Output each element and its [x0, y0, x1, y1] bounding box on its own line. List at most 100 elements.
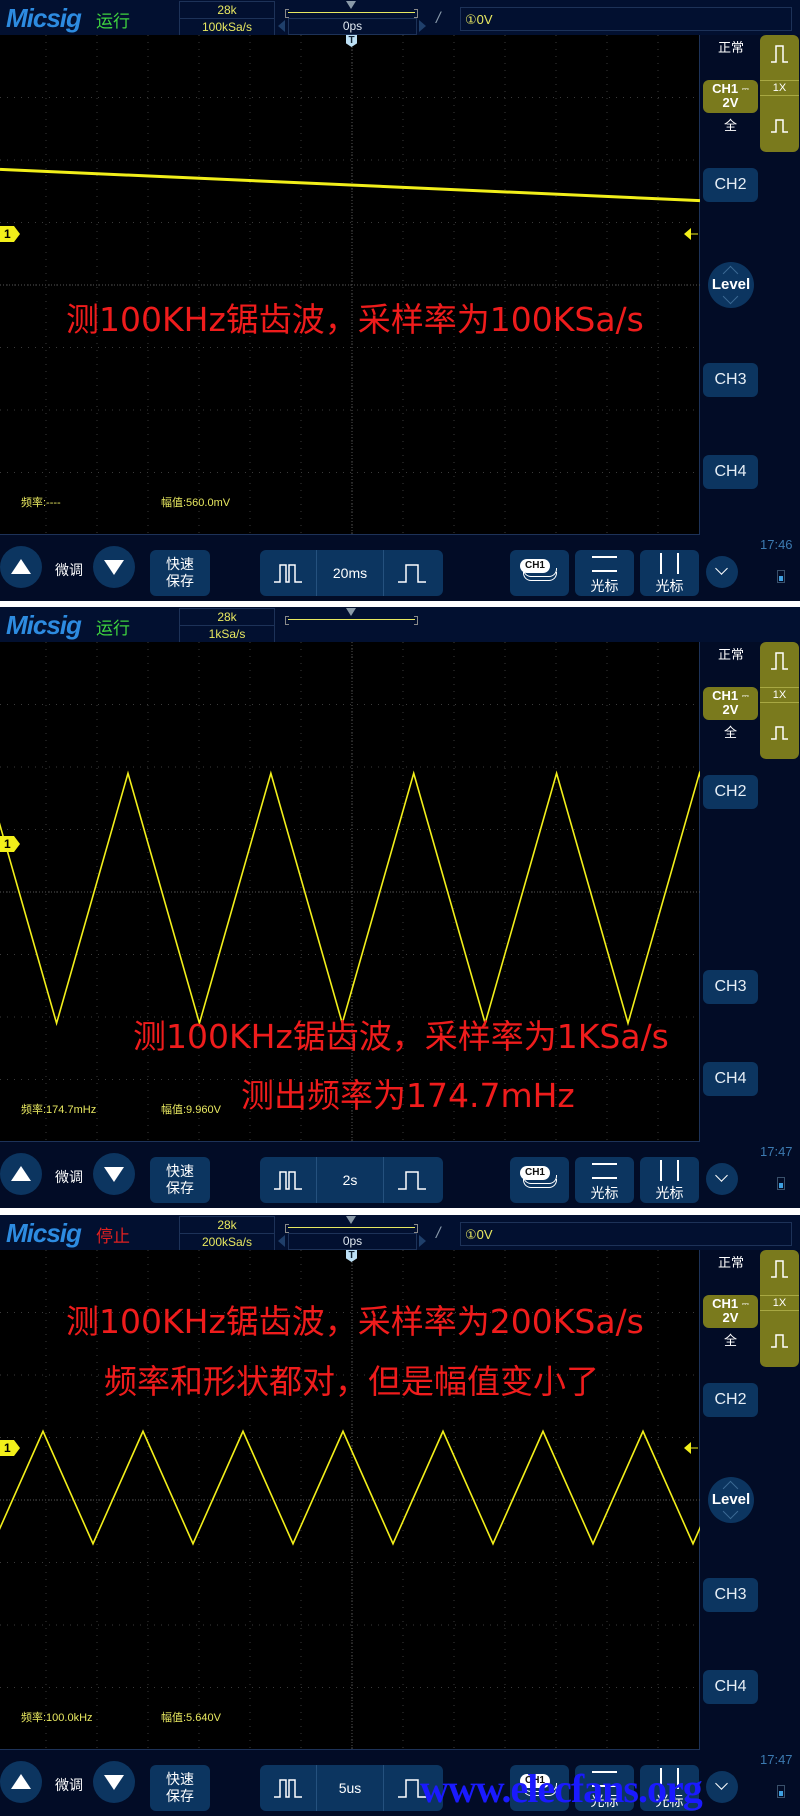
ch4-button[interactable]: CH4 — [703, 1062, 758, 1096]
waveform-display[interactable] — [0, 642, 700, 1142]
vertical-cursor-button[interactable]: 光标 — [640, 1157, 699, 1203]
acquisition-info[interactable]: 28k 1kSa/s — [179, 608, 275, 643]
fine-down-button[interactable] — [93, 1761, 135, 1803]
grid-and-trace — [0, 35, 700, 535]
cursor-label: 光标 — [655, 1185, 684, 1201]
horizontal-cursor-button[interactable]: 光标 — [575, 550, 634, 596]
trigger-level-info[interactable]: ①0V — [460, 1222, 792, 1246]
timebase-decrease-button[interactable] — [260, 550, 317, 596]
acquisition-mode[interactable]: 正常 — [718, 1252, 744, 1271]
ch1-scale: 2V — [722, 1310, 739, 1325]
trigger-level-info[interactable]: ①0V — [460, 7, 792, 31]
quick-save-button[interactable]: 快速 保存 — [150, 1157, 210, 1203]
ch1-label: CH1 — [712, 1296, 739, 1311]
quick-save-button[interactable]: 快速 保存 — [150, 1765, 210, 1811]
ch4-button[interactable]: CH4 — [703, 1670, 758, 1704]
ch2-button[interactable]: CH2 — [703, 168, 758, 202]
trigger-left-arrow[interactable] — [278, 20, 285, 32]
trigger-level-arrow-icon[interactable] — [684, 228, 698, 240]
narrow-pulse-icon — [274, 564, 302, 583]
rising-pulse-icon — [771, 45, 788, 63]
channel-select-button[interactable]: CH1 — [510, 550, 569, 596]
ch2-button[interactable]: CH2 — [703, 775, 758, 809]
down-arrow-icon — [104, 1775, 124, 1790]
horizontal-cursor-icon-line — [592, 1177, 617, 1179]
trigger-level-knob[interactable]: Level — [708, 262, 754, 308]
ch1-button[interactable]: CH1 ⎓ 2V — [703, 687, 758, 720]
memory-depth: 28k — [217, 1218, 237, 1232]
trigger-position[interactable]: 0ps — [288, 1233, 417, 1250]
trigger-level-arrow-icon[interactable] — [684, 1442, 698, 1454]
ch2-button[interactable]: CH2 — [703, 1383, 758, 1417]
run-stop-status[interactable]: 运行 — [96, 7, 130, 32]
dc-coupling-icon: ⎓ — [741, 1299, 749, 1309]
ch1-trace — [0, 167, 700, 203]
more-menu-chevron-icon[interactable] — [706, 556, 738, 588]
quick-save-label-2: 保存 — [166, 1180, 194, 1196]
more-menu-chevron-icon[interactable] — [706, 1771, 738, 1803]
probe-settings[interactable]: 1X — [760, 1250, 799, 1367]
trigger-left-arrow[interactable] — [278, 1235, 285, 1247]
fine-down-button[interactable] — [93, 546, 135, 588]
memory-position-bar[interactable] — [285, 616, 418, 625]
timebase-value[interactable]: 5us — [317, 1765, 384, 1811]
rising-edge-icon[interactable]: / — [436, 1225, 440, 1243]
ch3-button[interactable]: CH3 — [703, 970, 758, 1004]
more-menu-chevron-icon[interactable] — [706, 1163, 738, 1195]
timebase-decrease-button[interactable] — [260, 1157, 317, 1203]
timebase-increase-button[interactable] — [384, 1157, 443, 1203]
fine-up-button[interactable] — [0, 546, 42, 588]
acquisition-info[interactable]: 28k 100kSa/s — [179, 1, 275, 36]
timebase-increase-button[interactable] — [384, 550, 443, 596]
clock: 17:46 — [760, 537, 793, 552]
ch1-button[interactable]: CH1 ⎓ 2V — [703, 1295, 758, 1328]
cursor-label: 光标 — [590, 1185, 619, 1201]
acquisition-mode[interactable]: 正常 — [718, 644, 744, 663]
probe-settings[interactable]: 1X — [760, 35, 799, 152]
rising-edge-icon[interactable]: / — [436, 10, 440, 28]
trigger-level-knob[interactable]: Level — [708, 1477, 754, 1523]
probe-ratio: 1X — [760, 1295, 799, 1311]
acquisition-info[interactable]: 28k 200kSa/s — [179, 1216, 275, 1251]
ch1-button[interactable]: CH1 ⎓ 2V — [703, 80, 758, 113]
ch1-label: CH1 — [712, 81, 739, 96]
horizontal-cursor-button[interactable]: 光标 — [575, 1157, 634, 1203]
narrow-pulse-icon — [274, 1779, 302, 1798]
clock: 17:47 — [760, 1144, 793, 1159]
bandwidth-limit: 全 — [724, 118, 738, 133]
channel-select-button[interactable]: CH1 — [510, 1157, 569, 1203]
quick-save-label-1: 快速 — [166, 1163, 194, 1179]
brand-logo: Micsig — [6, 610, 82, 640]
right-sidebar: 正常 1X CH1 ⎓ 2V 全 CH2 Level CH3 CH4 17:46 — [700, 35, 800, 601]
timebase-value[interactable]: 20ms — [317, 550, 384, 596]
fine-up-button[interactable] — [0, 1153, 42, 1195]
ch3-button[interactable]: CH3 — [703, 1578, 758, 1612]
trigger-right-arrow[interactable] — [419, 1235, 426, 1247]
ch4-button[interactable]: CH4 — [703, 455, 758, 489]
memory-position-bar[interactable] — [285, 1224, 418, 1233]
wide-pulse-icon — [398, 564, 426, 583]
acquisition-mode[interactable]: 正常 — [718, 37, 744, 56]
waveform-display[interactable] — [0, 35, 700, 535]
trigger-position[interactable]: 0ps — [288, 18, 417, 35]
trigger-right-arrow[interactable] — [419, 20, 426, 32]
fine-down-button[interactable] — [93, 1153, 135, 1195]
quick-save-label-2: 保存 — [166, 1788, 194, 1804]
probe-settings[interactable]: 1X — [760, 642, 799, 759]
bandwidth-limit: 全 — [724, 1333, 738, 1348]
vertical-cursor-icon — [660, 553, 662, 574]
timebase-value[interactable]: 2s — [317, 1157, 384, 1203]
pulse-icon — [771, 726, 788, 740]
vertical-cursor-button[interactable]: 光标 — [640, 550, 699, 596]
timebase-control: 2s — [260, 1157, 443, 1203]
ch1-scale: 2V — [722, 95, 739, 110]
cursor-label: 光标 — [655, 578, 684, 594]
ch3-button[interactable]: CH3 — [703, 363, 758, 397]
timebase-decrease-button[interactable] — [260, 1765, 317, 1811]
red-annotation-text: 测100KHz锯齿波，采样率为100KSa/s — [66, 300, 644, 339]
fine-up-button[interactable] — [0, 1761, 42, 1803]
run-stop-status[interactable]: 运行 — [96, 614, 130, 639]
quick-save-button[interactable]: 快速 保存 — [150, 550, 210, 596]
run-stop-status[interactable]: 停止 — [96, 1222, 130, 1247]
memory-position-bar[interactable] — [285, 9, 418, 18]
